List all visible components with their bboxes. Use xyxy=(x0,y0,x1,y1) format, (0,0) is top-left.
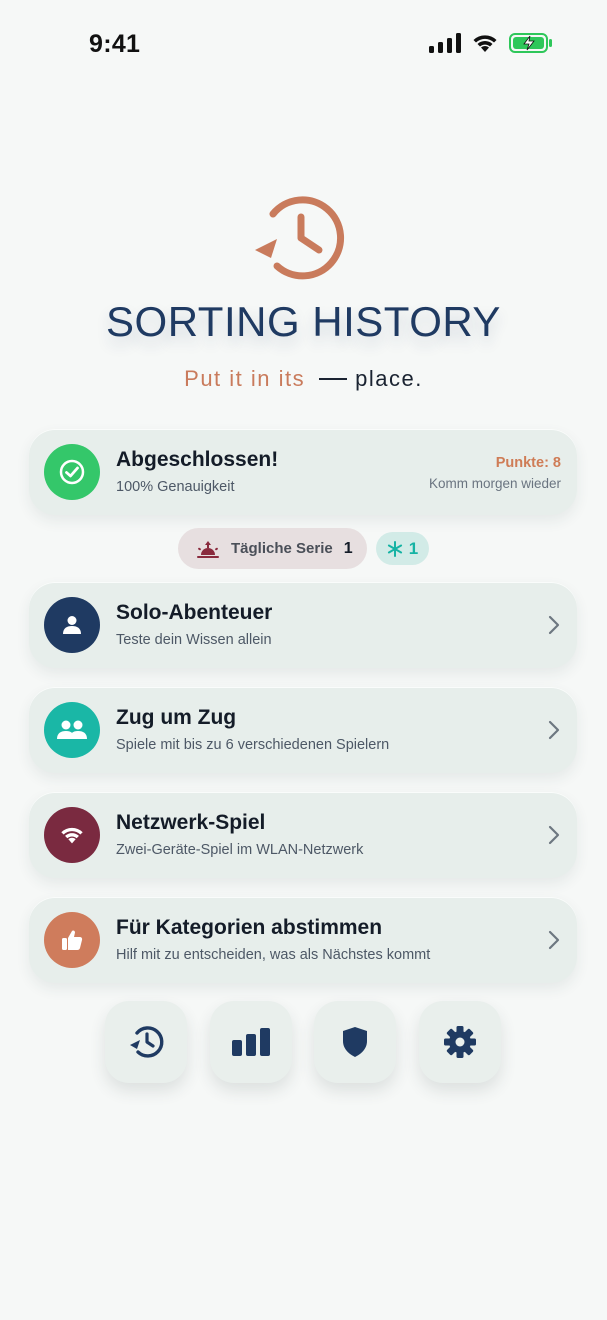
checkmark-icon xyxy=(44,444,100,500)
chevron-right-icon xyxy=(548,825,560,845)
sunrise-icon xyxy=(197,540,219,558)
daily-accuracy: 100% Genauigkeit xyxy=(116,479,235,495)
history-icon xyxy=(130,1026,164,1058)
statistics-button[interactable] xyxy=(210,1001,292,1083)
daily-streak-badge[interactable]: Tägliche Serie 1 xyxy=(178,528,367,569)
menu-item-subtitle: Zwei-Geräte-Spiel im WLAN-Netzwerk xyxy=(116,842,364,858)
status-time: 9:41 xyxy=(89,30,141,58)
tagline-dash xyxy=(319,378,348,381)
chevron-right-icon xyxy=(548,930,560,950)
battery-icon xyxy=(509,33,552,53)
chevron-right-icon xyxy=(548,615,560,635)
app-title: SORTING HISTORY xyxy=(106,298,501,345)
person-icon xyxy=(44,597,100,653)
menu-item-network[interactable]: Netzwerk-Spiel Zwei-Geräte-Spiel im WLAN… xyxy=(29,792,577,878)
daily-score: Punkte: 8 xyxy=(495,455,561,471)
gear-icon xyxy=(444,1026,476,1058)
history-button[interactable] xyxy=(105,1001,187,1083)
menu-item-title: Zug um Zug xyxy=(116,706,237,729)
tagline-main: Put it in its xyxy=(184,366,306,391)
menu-item-subtitle: Spiele mit bis zu 6 verschiedenen Spiele… xyxy=(116,737,390,753)
menu-item-subtitle: Hilf mit zu entscheiden, was als Nächste… xyxy=(116,947,431,963)
settings-button[interactable] xyxy=(419,1001,501,1083)
thumbs-up-icon xyxy=(44,912,100,968)
group-icon xyxy=(44,702,100,758)
menu-item-solo[interactable]: Solo-Abenteuer Teste dein Wissen allein xyxy=(29,582,577,668)
tagline: Put it in its place. xyxy=(0,366,607,392)
menu-item-title: Für Kategorien abstimmen xyxy=(116,916,383,939)
home-screen: 9:41 SORTING HISTORY Put it in its place. xyxy=(0,0,607,1320)
daily-title: Abgeschlossen! xyxy=(116,448,279,471)
wifi-status-icon xyxy=(473,35,497,52)
tagline-end: place. xyxy=(355,366,423,391)
streak-freeze-badge[interactable]: 1 xyxy=(376,532,429,565)
freeze-count: 1 xyxy=(408,538,419,558)
daily-note: Komm morgen wieder xyxy=(428,476,561,491)
streak-label: Tägliche Serie xyxy=(231,540,333,557)
snowflake-icon xyxy=(387,540,402,557)
privacy-button[interactable] xyxy=(314,1001,396,1083)
bar-chart-icon xyxy=(232,1028,270,1056)
menu-item-vote-categories[interactable]: Für Kategorien abstimmen Hilf mit zu ent… xyxy=(29,897,577,983)
daily-challenge-card[interactable]: Abgeschlossen! 100% Genauigkeit Punkte: … xyxy=(29,429,577,515)
menu-item-title: Netzwerk-Spiel xyxy=(116,811,266,834)
wifi-icon xyxy=(44,807,100,863)
menu-item-subtitle: Teste dein Wissen allein xyxy=(116,632,272,648)
menu-item-title: Solo-Abenteuer xyxy=(116,601,273,624)
menu-item-turn-based[interactable]: Zug um Zug Spiele mit bis zu 6 verschied… xyxy=(29,687,577,773)
signal-icon xyxy=(429,33,461,53)
status-icons xyxy=(429,32,553,54)
shield-icon xyxy=(343,1027,367,1057)
chevron-right-icon xyxy=(548,720,560,740)
streak-count: 1 xyxy=(343,539,353,557)
history-logo-icon xyxy=(255,196,344,280)
